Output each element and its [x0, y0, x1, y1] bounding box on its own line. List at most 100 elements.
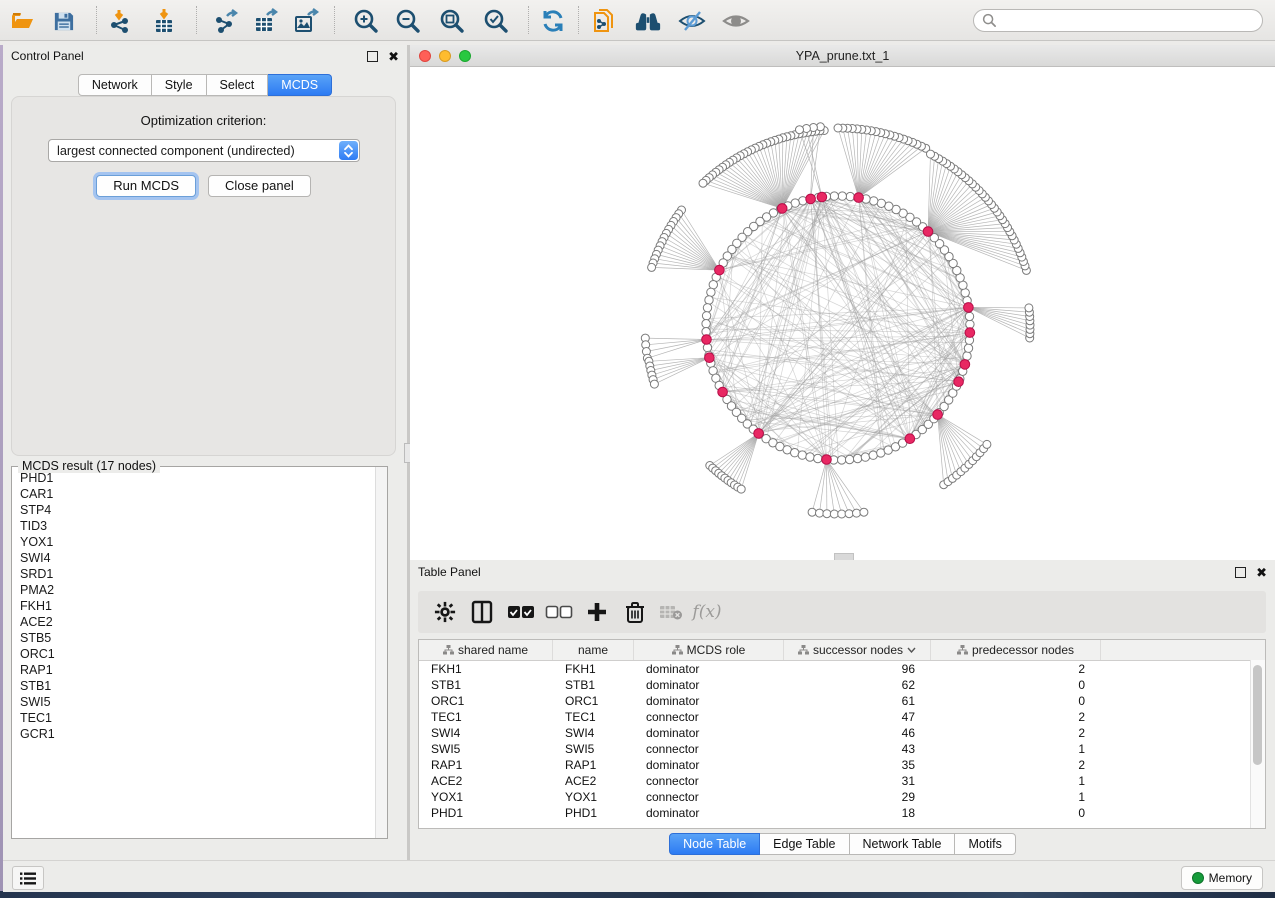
- list-item[interactable]: GCR1: [20, 726, 375, 742]
- graph-leaf-node[interactable]: [983, 440, 991, 448]
- clone-network-icon[interactable]: [590, 7, 618, 35]
- column-settings-gear-icon[interactable]: [430, 598, 460, 626]
- graph-node[interactable]: [806, 453, 814, 461]
- graph-leaf-node[interactable]: [860, 508, 868, 516]
- zoom-out-icon[interactable]: [394, 7, 422, 35]
- column-header-MCDS-role[interactable]: MCDS role: [634, 640, 784, 660]
- graph-mcds-node[interactable]: [705, 353, 715, 363]
- table-row[interactable]: TEC1TEC1connector472: [419, 709, 1265, 725]
- open-file-icon[interactable]: [8, 7, 36, 35]
- graph-node[interactable]: [861, 453, 869, 461]
- graph-leaf-node[interactable]: [816, 509, 824, 517]
- apply-layout-icon[interactable]: [539, 7, 567, 35]
- column-header-name[interactable]: name: [553, 640, 634, 660]
- list-item[interactable]: FKH1: [20, 598, 375, 614]
- graph-mcds-node[interactable]: [905, 434, 915, 444]
- graph-leaf-node[interactable]: [796, 126, 804, 134]
- list-item[interactable]: ORC1: [20, 646, 375, 662]
- graph-leaf-node[interactable]: [648, 263, 656, 271]
- tab-mcds[interactable]: MCDS: [268, 74, 332, 96]
- graph-node[interactable]: [703, 304, 711, 312]
- find-binoculars-icon[interactable]: [634, 7, 662, 35]
- save-icon[interactable]: [49, 7, 77, 35]
- graph-leaf-node[interactable]: [838, 510, 846, 518]
- graph-node[interactable]: [702, 312, 710, 320]
- zoom-in-icon[interactable]: [352, 7, 380, 35]
- mcds-result-list[interactable]: PHD1CAR1STP4TID3YOX1SWI4SRD1PMA2FKH1ACE2…: [13, 470, 375, 837]
- graph-node[interactable]: [846, 192, 854, 200]
- list-item[interactable]: PHD1: [20, 470, 375, 486]
- column-header-shared-name[interactable]: shared name: [419, 640, 553, 660]
- graph-mcds-node[interactable]: [806, 194, 816, 204]
- graph-mcds-node[interactable]: [817, 192, 827, 202]
- list-item[interactable]: TID3: [20, 518, 375, 534]
- delete-table-icon[interactable]: [656, 598, 686, 626]
- export-image-icon[interactable]: [292, 7, 320, 35]
- graph-node[interactable]: [798, 451, 806, 459]
- zoom-fit-icon[interactable]: [438, 7, 466, 35]
- graph-node[interactable]: [838, 192, 846, 200]
- list-item[interactable]: RAP1: [20, 662, 375, 678]
- tab-network-table[interactable]: Network Table: [850, 833, 956, 855]
- export-network-icon[interactable]: [212, 7, 240, 35]
- column-header-successor-nodes[interactable]: successor nodes: [784, 640, 931, 660]
- graph-leaf-node[interactable]: [834, 124, 842, 132]
- graph-leaf-node[interactable]: [830, 510, 838, 518]
- graph-leaf-node[interactable]: [737, 485, 745, 493]
- maximize-window-icon[interactable]: [459, 50, 471, 62]
- close-panel-icon[interactable]: ✖: [388, 52, 399, 61]
- show-panels-list-button[interactable]: [12, 866, 44, 890]
- list-item[interactable]: PMA2: [20, 582, 375, 598]
- close-window-icon[interactable]: [419, 50, 431, 62]
- graph-mcds-node[interactable]: [923, 227, 933, 237]
- optimization-criterion-select[interactable]: largest connected component (undirected): [48, 139, 360, 162]
- table-row[interactable]: YOX1YOX1connector291: [419, 789, 1265, 805]
- graph-node[interactable]: [965, 312, 973, 320]
- list-item[interactable]: STP4: [20, 502, 375, 518]
- graph-node[interactable]: [963, 352, 971, 360]
- minimize-window-icon[interactable]: [439, 50, 451, 62]
- network-graph-canvas[interactable]: [410, 66, 1275, 560]
- import-table-icon[interactable]: [150, 7, 178, 35]
- float-window-icon[interactable]: [1235, 567, 1246, 578]
- tab-style[interactable]: Style: [152, 74, 207, 96]
- hide-selected-eye-icon[interactable]: [678, 7, 706, 35]
- delete-column-trash-icon[interactable]: [620, 598, 650, 626]
- select-all-icon[interactable]: [506, 598, 536, 626]
- graph-mcds-node[interactable]: [718, 387, 728, 397]
- graph-mcds-node[interactable]: [702, 335, 712, 345]
- graph-mcds-node[interactable]: [822, 455, 832, 465]
- run-mcds-button[interactable]: Run MCDS: [96, 175, 196, 197]
- zoom-selected-icon[interactable]: [482, 7, 510, 35]
- graph-mcds-node[interactable]: [933, 410, 943, 420]
- graph-mcds-node[interactable]: [954, 377, 964, 387]
- graph-node[interactable]: [966, 320, 974, 328]
- graph-leaf-node[interactable]: [808, 508, 816, 516]
- graph-node[interactable]: [830, 192, 838, 200]
- graph-node[interactable]: [845, 455, 853, 463]
- add-column-icon[interactable]: [582, 598, 612, 626]
- table-row[interactable]: ORC1ORC1dominator610: [419, 693, 1265, 709]
- search-input[interactable]: [973, 9, 1263, 32]
- table-row[interactable]: FKH1FKH1dominator962: [419, 661, 1265, 677]
- graph-node[interactable]: [870, 197, 878, 205]
- deselect-all-icon[interactable]: [544, 598, 574, 626]
- graph-leaf-node[interactable]: [927, 150, 935, 158]
- tab-network[interactable]: Network: [78, 74, 152, 96]
- graph-node[interactable]: [961, 289, 969, 297]
- tab-edge-table[interactable]: Edge Table: [760, 833, 849, 855]
- list-item[interactable]: CAR1: [20, 486, 375, 502]
- table-row[interactable]: PHD1PHD1dominator180: [419, 805, 1265, 821]
- close-panel-button[interactable]: Close panel: [208, 175, 311, 197]
- list-item[interactable]: ACE2: [20, 614, 375, 630]
- list-item[interactable]: YOX1: [20, 534, 375, 550]
- list-item[interactable]: STB1: [20, 678, 375, 694]
- graph-mcds-node[interactable]: [960, 360, 970, 370]
- close-panel-icon[interactable]: ✖: [1256, 568, 1267, 577]
- tab-select[interactable]: Select: [207, 74, 269, 96]
- graph-node[interactable]: [702, 320, 710, 328]
- table-scrollbar-thumb[interactable]: [1253, 665, 1262, 765]
- graph-leaf-node[interactable]: [823, 510, 831, 518]
- graph-mcds-node[interactable]: [777, 204, 787, 214]
- graph-node[interactable]: [853, 454, 861, 462]
